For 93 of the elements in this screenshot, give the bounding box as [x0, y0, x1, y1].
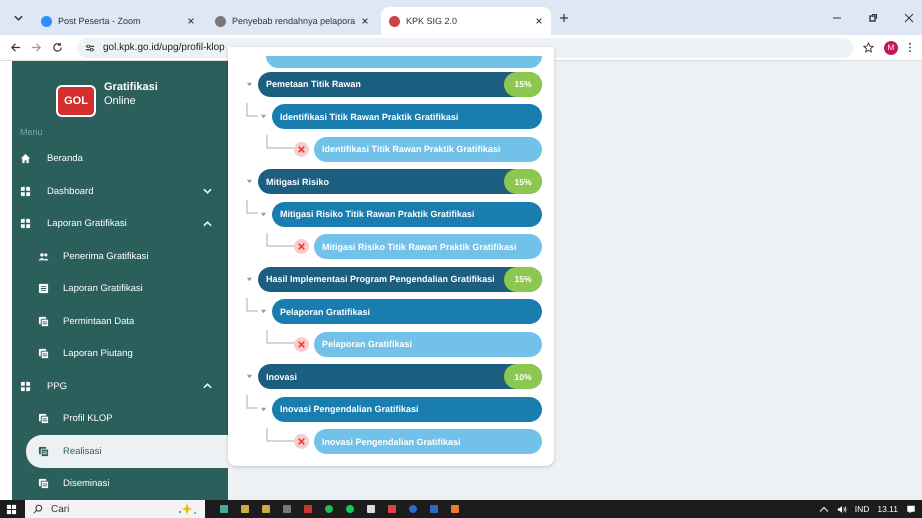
collapse-icon[interactable]	[246, 373, 253, 380]
favicon-icon	[215, 16, 226, 26]
app-icon[interactable]	[345, 504, 355, 514]
tab-title: Penyebab rendahnya pelapora	[232, 16, 356, 26]
menu-item[interactable]: Laporan Gratifikasi	[12, 272, 228, 305]
brand-title: Gratifikasi	[104, 81, 158, 93]
close-icon[interactable]	[535, 17, 543, 25]
browser-tab[interactable]: Penyebab rendahnya pelapora	[207, 7, 377, 35]
close-icon[interactable]	[361, 17, 370, 25]
collapse-icon[interactable]	[246, 276, 253, 283]
group-bar[interactable]: Mitigasi Risiko 15%	[258, 169, 542, 194]
close-icon[interactable]	[187, 17, 195, 25]
close-icon[interactable]	[904, 12, 914, 22]
grid-icon	[20, 186, 31, 197]
sparkle-icon	[177, 503, 197, 515]
menu-item[interactable]: PPG	[12, 370, 228, 402]
browser-tab[interactable]: Post Peserta - Zoom	[33, 7, 203, 35]
reload-icon[interactable]	[52, 42, 63, 53]
restore-icon[interactable]	[868, 12, 878, 22]
star-icon[interactable]	[863, 42, 874, 53]
chevron-up-icon[interactable]	[818, 504, 829, 514]
copy-icon	[38, 348, 49, 360]
connector-line	[266, 428, 296, 442]
menu-label: Menu	[19, 126, 44, 139]
collapse-icon[interactable]	[260, 210, 267, 218]
subgroup-bar[interactable]: Inovasi Pengendalian Gratifikasi	[272, 396, 542, 422]
notification-icon[interactable]	[906, 504, 916, 514]
menu-item[interactable]: Penerima Gratifikasi	[12, 240, 228, 272]
grid-icon	[20, 380, 31, 392]
percent-badge: 15%	[504, 266, 542, 292]
collapse-icon[interactable]	[246, 178, 253, 186]
percent-badge: 10%	[504, 364, 542, 390]
new-tab-icon[interactable]	[559, 12, 569, 22]
grid-icon	[20, 218, 31, 230]
tab-title: KPK SIG 2.0	[406, 16, 458, 26]
connector-line	[246, 298, 258, 312]
app-icon[interactable]	[450, 504, 460, 514]
taskbar-search[interactable]: Cari	[25, 500, 205, 518]
menu-item[interactable]: Beranda	[12, 142, 228, 175]
copy-icon	[38, 413, 49, 424]
volume-icon[interactable]	[836, 504, 847, 514]
connector-line	[266, 330, 296, 344]
search-icon	[33, 504, 43, 514]
connector-line	[246, 395, 258, 410]
app-icon[interactable]	[366, 504, 376, 514]
forward-icon[interactable]	[31, 42, 42, 53]
menu-item[interactable]: Dashboard	[12, 175, 228, 208]
clock[interactable]: 13.11	[877, 504, 898, 514]
menu-item[interactable]: Realisasi	[26, 435, 228, 468]
connector-line	[266, 232, 296, 247]
language-indicator[interactable]: IND	[854, 504, 870, 514]
connector-line	[246, 102, 258, 117]
subgroup-bar[interactable]: Mitigasi Risiko Titik Rawan Praktik Gratifikasi	[272, 202, 542, 227]
menu-item[interactable]: Permintaan Data	[12, 305, 228, 338]
collapse-icon[interactable]	[246, 80, 253, 88]
percent-badge: 15%	[504, 72, 542, 97]
tab-title: Post Peserta - Zoom	[58, 16, 142, 26]
profile-avatar[interactable]: M	[884, 40, 898, 54]
menu-item[interactable]: Laporan Gratifikasi	[12, 208, 228, 240]
more-icon[interactable]	[908, 42, 912, 53]
menu-item[interactable]: Laporan Piutang	[12, 338, 228, 370]
copy-icon	[38, 478, 49, 490]
app-icon[interactable]	[324, 504, 334, 514]
chevron-down-icon[interactable]	[14, 14, 23, 20]
menu-item[interactable]: Diseminasi	[12, 468, 228, 500]
group-bar[interactable]: Inovasi 10%	[258, 364, 542, 390]
app-icon[interactable]	[261, 504, 271, 514]
people-icon	[38, 250, 49, 262]
collapse-icon[interactable]	[260, 308, 267, 316]
percent-badge: 15%	[504, 169, 542, 194]
brand-subtitle: Online	[104, 95, 137, 107]
collapse-icon[interactable]	[260, 406, 267, 413]
document-icon	[38, 283, 49, 294]
connector-line	[246, 200, 258, 214]
browser-tab[interactable]: KPK SIG 2.0	[381, 7, 551, 35]
site-settings-icon[interactable]	[85, 42, 95, 52]
group-bar[interactable]: Pemetaan Titik Rawan 15%	[258, 72, 542, 97]
subgroup-bar[interactable]: Identifikasi Titik Rawan Praktik Gratifikasi	[272, 104, 542, 130]
favicon-icon	[41, 16, 52, 26]
connector-line	[266, 135, 296, 150]
group-bar[interactable]: Hasil Implementasi Program Pengendalian Gratifikasi 15%	[258, 266, 542, 292]
back-icon[interactable]	[10, 42, 21, 53]
copy-icon	[38, 316, 49, 327]
favicon-icon	[389, 16, 400, 26]
logo: GOL	[56, 85, 96, 117]
app-icon[interactable]	[219, 504, 229, 514]
start-icon[interactable]	[6, 504, 17, 514]
home-icon	[20, 153, 31, 164]
collapse-icon[interactable]	[260, 113, 267, 120]
copy-icon	[38, 446, 49, 457]
app-icon[interactable]	[240, 504, 250, 514]
menu-item[interactable]: Profil KLOP	[12, 402, 228, 435]
subgroup-bar[interactable]: Pelaporan Gratifikasi	[272, 299, 542, 324]
